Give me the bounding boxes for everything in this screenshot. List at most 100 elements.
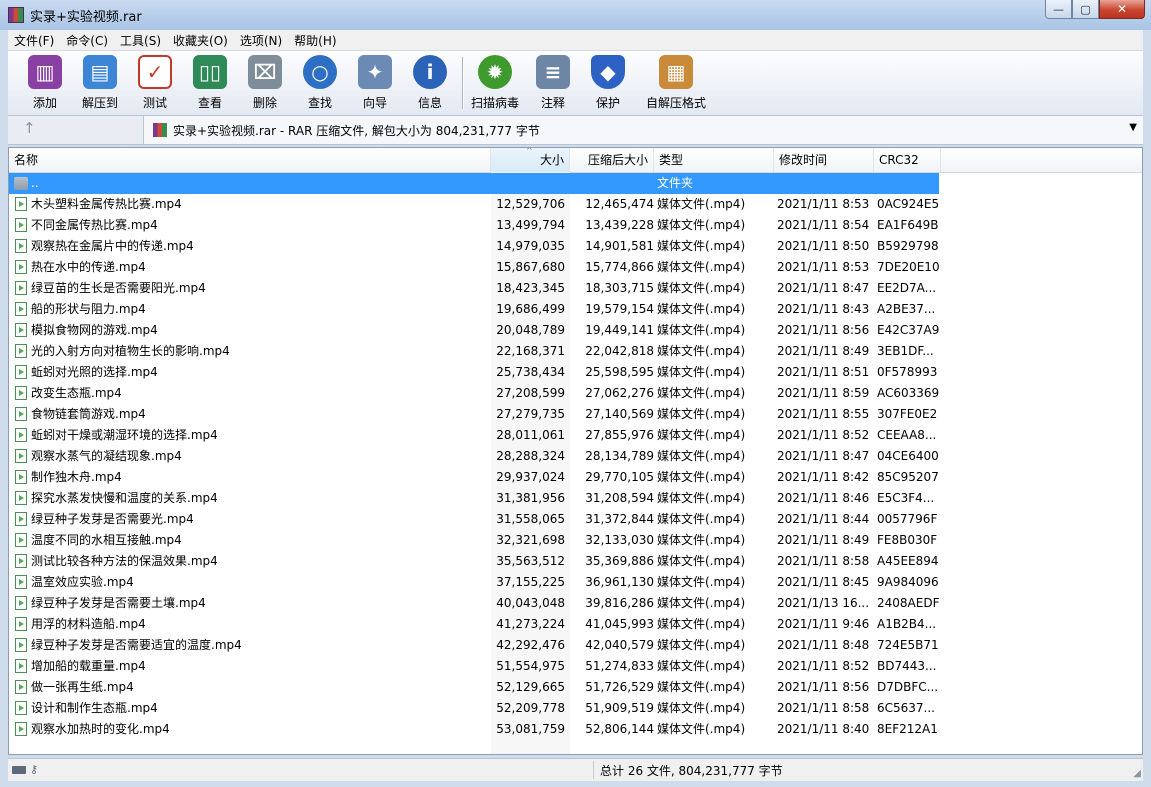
column-type[interactable]: 类型: [654, 148, 774, 172]
file-row[interactable]: 光的入射方向对植物生长的影响.mp4 22,168,371 22,042,818 媒体…: [9, 341, 939, 362]
file-modified: 2021/1/11 8:51: [777, 365, 870, 379]
delete-button[interactable]: ⌧ 删除: [239, 55, 291, 111]
add-label: 添加: [32, 96, 57, 110]
column-modified[interactable]: 修改时间: [774, 148, 874, 172]
status-bar: ⚷ 总计 26 文件, 804,231,777 字节 ◢: [8, 758, 1143, 781]
column-packed[interactable]: 压缩后大小: [570, 148, 654, 172]
file-packed-size: 28,134,789: [585, 449, 654, 463]
info-button[interactable]: i 信息: [404, 55, 456, 111]
file-packed-size: 41,045,993: [585, 617, 654, 631]
address-bar: ↑ 实录+实验视频.rar - RAR 压缩文件, 解包大小为 804,231,…: [8, 116, 1143, 145]
archive-path[interactable]: 实录+实验视频.rar - RAR 压缩文件, 解包大小为 804,231,77…: [173, 122, 540, 139]
file-size: 40,043,048: [496, 596, 565, 610]
file-row[interactable]: 不同金属传热比赛.mp4 13,499,794 13,439,228 媒体文件(.mp…: [9, 215, 939, 236]
file-row[interactable]: 观察热在金属片中的传递.mp4 14,979,035 14,901,581 媒体文件(…: [9, 236, 939, 257]
file-row[interactable]: 模拟食物网的游戏.mp4 20,048,789 19,449,141 媒体文件(.mp…: [9, 320, 939, 341]
file-type: 媒体文件(.mp4): [657, 701, 746, 715]
file-modified: 2021/1/11 8:59: [777, 386, 870, 400]
file-row[interactable]: 制作独木舟.mp4 29,937,024 29,770,105 媒体文件(.mp4) 2…: [9, 467, 939, 488]
file-type: 媒体文件(.mp4): [657, 218, 746, 232]
file-modified: 2021/1/11 8:58: [777, 554, 870, 568]
file-row[interactable]: 木头塑料金属传热比赛.mp4 12,529,706 12,465,474 媒体文件(.…: [9, 194, 939, 215]
file-modified: 2021/1/11 8:47: [777, 281, 870, 295]
file-row[interactable]: 食物链套筒游戏.mp4 27,279,735 27,140,569 媒体文件(.mp4…: [9, 404, 939, 425]
test-button[interactable]: ✓ 测试: [129, 55, 181, 111]
menu-tools[interactable]: 工具(S): [114, 32, 167, 49]
close-button[interactable]: ✕: [1099, 0, 1145, 19]
file-row[interactable]: 蚯蚓对干燥或潮湿环境的选择.mp4 28,011,061 27,855,976 媒体文…: [9, 425, 939, 446]
add-button[interactable]: ▥ 添加: [19, 55, 71, 111]
file-type: 媒体文件(.mp4): [657, 680, 746, 694]
file-name: 观察热在金属片中的传递.mp4: [31, 239, 194, 253]
file-row[interactable]: 热在水中的传递.mp4 15,867,680 15,774,866 媒体文件(.mp4…: [9, 257, 939, 278]
video-file-icon: [15, 722, 27, 736]
file-row[interactable]: 观察水加热时的变化.mp4 53,081,759 52,806,144 媒体文件(.m…: [9, 719, 939, 740]
video-file-icon: [15, 575, 27, 589]
file-row[interactable]: 蚯蚓对光照的选择.mp4 25,738,434 25,598,595 媒体文件(.mp…: [9, 362, 939, 383]
video-file-icon: [15, 638, 27, 652]
column-name[interactable]: 名称: [9, 148, 491, 172]
file-row[interactable]: 设计和制作生态瓶.mp4 52,209,778 51,909,519 媒体文件(.mp…: [9, 698, 939, 719]
minimize-button[interactable]: —: [1045, 0, 1072, 19]
file-row[interactable]: 绿豆苗的生长是否需要阳光.mp4 18,423,345 18,303,715 媒体文件…: [9, 278, 939, 299]
video-file-icon: [15, 449, 27, 463]
sfx-button[interactable]: ▦ 自解压格式: [645, 55, 707, 111]
file-packed-size: 22,042,818: [585, 344, 654, 358]
delete-label: 删除: [252, 96, 277, 110]
menu-favorites[interactable]: 收藏夹(O): [167, 32, 234, 49]
view-button[interactable]: ▯▯ 查看: [184, 55, 236, 111]
file-row[interactable]: 温度不同的水相互接触.mp4 32,321,698 32,133,030 媒体文件(.…: [9, 530, 939, 551]
file-row[interactable]: 观察水蒸气的凝结现象.mp4 28,288,324 28,134,789 媒体文件(.…: [9, 446, 939, 467]
menu-help[interactable]: 帮助(H): [288, 32, 342, 49]
file-row[interactable]: 绿豆种子发芽是否需要适宜的温度.mp4 42,292,476 42,040,579 媒…: [9, 635, 939, 656]
file-row[interactable]: 做一张再生纸.mp4 52,129,665 51,726,529 媒体文件(.mp4)…: [9, 677, 939, 698]
drive-icon[interactable]: [12, 766, 26, 774]
menu-file[interactable]: 文件(F): [8, 32, 60, 49]
file-row[interactable]: 测试比较各种方法的保温效果.mp4 35,563,512 35,369,886 媒体文…: [9, 551, 939, 572]
menu-commands[interactable]: 命令(C): [60, 32, 114, 49]
virus-scan-button[interactable]: ✹ 扫描病毒: [469, 55, 521, 111]
file-modified: 2021/1/11 8:48: [777, 638, 870, 652]
column-size[interactable]: ^ 大小: [491, 148, 570, 172]
file-row[interactable]: 用浮的材料造船.mp4 41,273,224 41,045,993 媒体文件(.mp4…: [9, 614, 939, 635]
column-crc32[interactable]: CRC32: [874, 148, 941, 172]
chevron-down-icon[interactable]: ▼: [1129, 122, 1137, 133]
open-book-icon: ▯▯: [193, 55, 227, 89]
file-size: 12,529,706: [496, 197, 565, 211]
file-name: 制作独木舟.mp4: [31, 470, 122, 484]
file-row[interactable]: 温室效应实验.mp4 37,155,225 36,961,130 媒体文件(.mp4)…: [9, 572, 939, 593]
file-row[interactable]: 绿豆种子发芽是否需要土壤.mp4 40,043,048 39,816,286 媒体文件…: [9, 593, 939, 614]
file-packed-size: 51,726,529: [585, 680, 654, 694]
video-file-icon: [15, 407, 27, 421]
file-name: 温度不同的水相互接触.mp4: [31, 533, 182, 547]
video-file-icon: [15, 512, 27, 526]
up-folder-button[interactable]: ↑: [8, 116, 144, 144]
key-icon[interactable]: ⚷: [30, 764, 38, 776]
comment-button[interactable]: ≡ 注释: [527, 55, 579, 111]
menu-options[interactable]: 选项(N): [234, 32, 288, 49]
file-name: 设计和制作生态瓶.mp4: [31, 701, 158, 715]
wizard-button[interactable]: ✦ 向导: [349, 55, 401, 111]
file-size: 27,279,735: [496, 407, 565, 421]
folder-icon: [14, 177, 28, 190]
file-row[interactable]: 船的形状与阻力.mp4 19,686,499 19,579,154 媒体文件(.mp4…: [9, 299, 939, 320]
parent-folder-row[interactable]: .. 文件夹: [9, 173, 939, 194]
file-crc32: CEEAA8...: [877, 428, 937, 442]
file-packed-size: 13,439,228: [585, 218, 654, 232]
file-crc32: EA1F649B: [877, 218, 939, 232]
maximize-button[interactable]: ▢: [1072, 0, 1099, 19]
find-button[interactable]: ○ 查找: [294, 55, 346, 111]
file-row[interactable]: 探究水蒸发快慢和温度的关系.mp4 31,381,956 31,208,594 媒体文…: [9, 488, 939, 509]
file-row[interactable]: 改变生态瓶.mp4 27,208,599 27,062,276 媒体文件(.mp4) 2…: [9, 383, 939, 404]
file-row[interactable]: 绿豆种子发芽是否需要光.mp4 31,558,065 31,372,844 媒体文件(…: [9, 509, 939, 530]
winrar-app-icon: [8, 7, 24, 23]
file-row[interactable]: 增加船的载重量.mp4 51,554,975 51,274,833 媒体文件(.mp4…: [9, 656, 939, 677]
extract-to-label: 解压到: [81, 96, 118, 110]
resize-grip-icon[interactable]: ◢: [1133, 768, 1141, 779]
column-packed-label: 压缩后大小: [587, 153, 648, 167]
file-packed-size: 32,133,030: [585, 533, 654, 547]
extract-to-button[interactable]: ▤ 解压到: [74, 55, 126, 111]
protect-button[interactable]: ◆ 保护: [582, 55, 634, 111]
column-size-label: 大小: [539, 153, 564, 167]
file-name: 蚯蚓对干燥或潮湿环境的选择.mp4: [31, 428, 218, 442]
